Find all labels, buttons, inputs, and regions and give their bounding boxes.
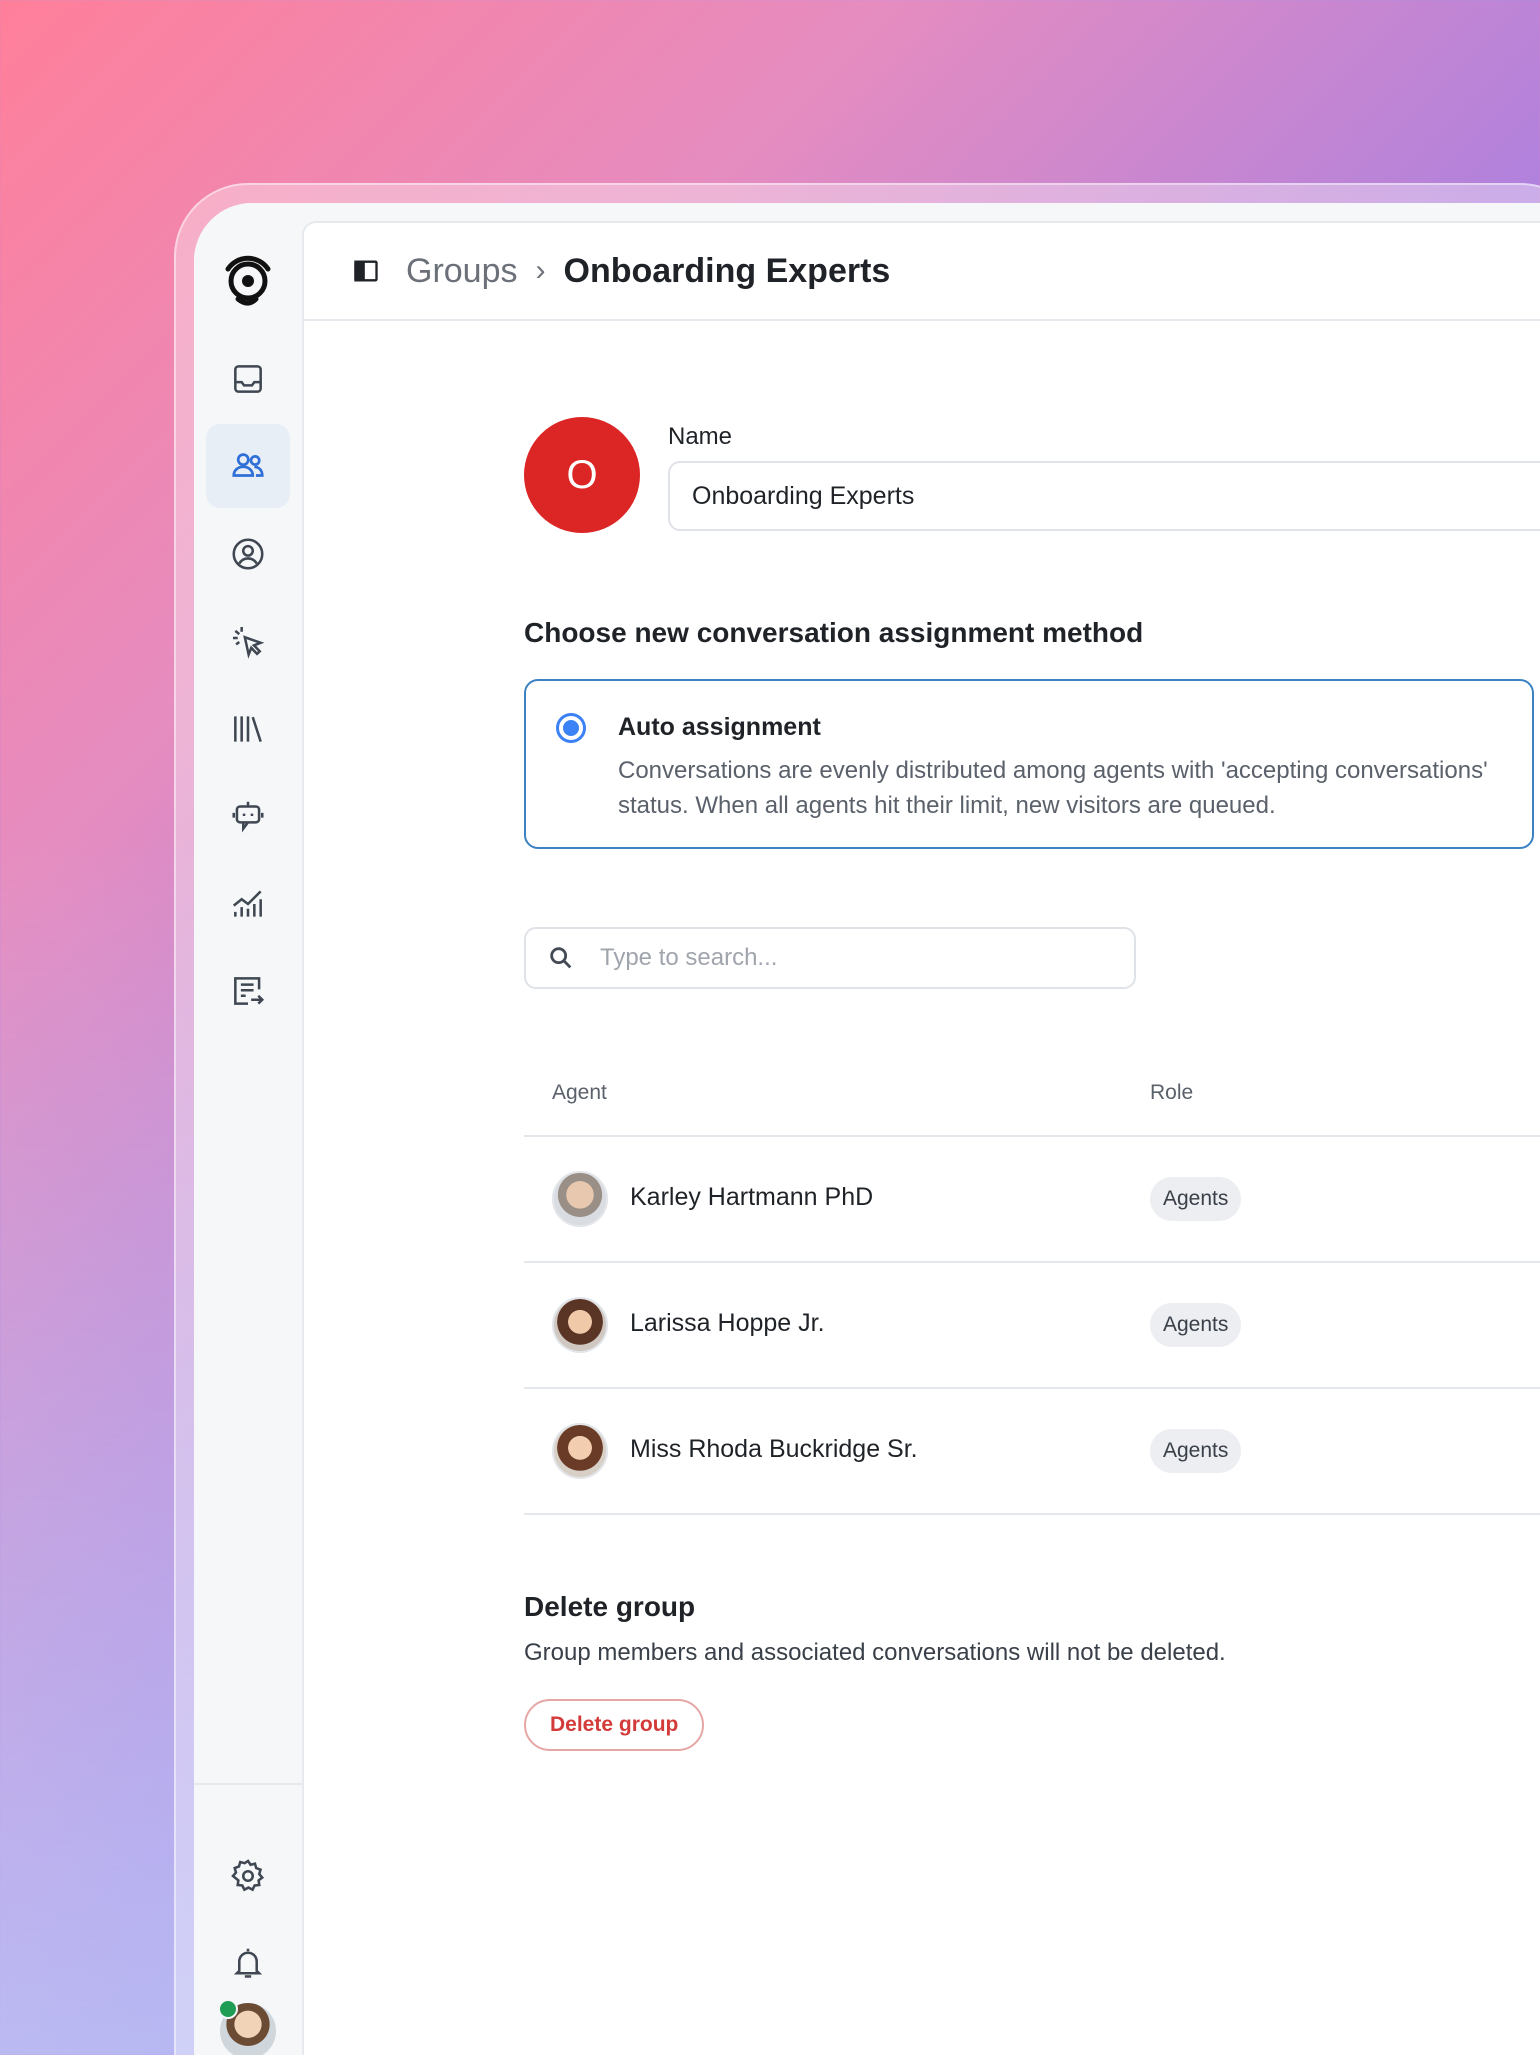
- page-title: Onboarding Experts: [563, 251, 891, 290]
- table-row[interactable]: Karley Hartmann PhD Agents: [524, 1137, 1540, 1263]
- group-avatar[interactable]: O: [524, 417, 640, 533]
- assignment-method-heading: Choose new conversation assignment metho…: [524, 617, 1144, 648]
- sidebar-item-tracking[interactable]: [206, 600, 290, 684]
- agent-avatar: [552, 1423, 608, 1479]
- main-panel: Groups › Onboarding Experts O Name Choos…: [302, 221, 1540, 2055]
- delete-group-button[interactable]: Delete group: [524, 1699, 705, 1751]
- sidebar-item-notifications[interactable]: [206, 1921, 290, 2005]
- breadcrumb-groups-link[interactable]: Groups: [406, 252, 518, 291]
- panel-toggle-icon[interactable]: [352, 257, 380, 285]
- sidebar-item-inbox[interactable]: [206, 337, 290, 421]
- library-icon: [234, 716, 262, 743]
- sidebar-item-settings[interactable]: [206, 1834, 290, 1918]
- sidebar-item-groups[interactable]: [206, 424, 290, 508]
- search-input[interactable]: [598, 943, 1102, 973]
- cursor-click-icon: [232, 626, 265, 659]
- contact-icon: [232, 538, 264, 570]
- auto-assignment-title: Auto assignment: [618, 713, 821, 741]
- users-icon: [232, 453, 264, 477]
- app-logo-icon[interactable]: [216, 247, 280, 311]
- inbox-icon: [234, 365, 262, 393]
- agent-name: Larissa Hoppe Jr.: [630, 1309, 825, 1337]
- agent-search: [524, 927, 1136, 989]
- app-window: Groups › Onboarding Experts O Name Choos…: [194, 203, 1540, 2055]
- delete-group-heading: Delete group: [524, 1591, 696, 1622]
- online-status-indicator: [218, 1999, 238, 2019]
- role-badge: Agents: [1150, 1177, 1242, 1221]
- role-badge: Agents: [1150, 1303, 1242, 1347]
- auto-assignment-option[interactable]: Auto assignment Conversations are evenly…: [524, 679, 1534, 849]
- auto-assignment-radio[interactable]: [556, 713, 586, 743]
- group-name-input[interactable]: [668, 461, 1540, 531]
- reply-list-icon: [234, 977, 265, 1005]
- gear-icon: [231, 1859, 265, 1892]
- role-badge: Agents: [1150, 1429, 1242, 1473]
- sidebar-divider: [194, 1783, 302, 1785]
- agent-name: Karley Hartmann PhD: [630, 1183, 874, 1211]
- bot-icon: [232, 801, 264, 833]
- agents-table: Agent Role Karley Hartmann PhD Agents La…: [524, 1057, 1540, 1515]
- breadcrumb-separator-icon: ›: [535, 254, 546, 287]
- agent-name: Miss Rhoda Buckridge Sr.: [630, 1435, 918, 1463]
- sidebar-item-contacts[interactable]: [206, 512, 290, 596]
- auto-assignment-description: Conversations are evenly distributed amo…: [618, 757, 1488, 819]
- agent-avatar: [552, 1171, 608, 1227]
- column-header-role: Role: [1150, 1081, 1194, 1104]
- sidebar: [194, 203, 302, 2055]
- sidebar-item-bots[interactable]: [206, 774, 290, 858]
- sidebar-item-analytics[interactable]: [206, 862, 290, 946]
- top-bar: Groups › Onboarding Experts: [304, 223, 1540, 321]
- agent-avatar: [552, 1297, 608, 1353]
- search-icon: [546, 943, 576, 973]
- bell-icon: [233, 1948, 263, 1978]
- delete-group-description: Group members and associated conversatio…: [524, 1639, 1226, 1666]
- sidebar-item-library[interactable]: [206, 687, 290, 771]
- table-row[interactable]: Miss Rhoda Buckridge Sr. Agents: [524, 1389, 1540, 1515]
- table-row[interactable]: Larissa Hoppe Jr. Agents: [524, 1263, 1540, 1389]
- sidebar-item-canned-responses[interactable]: [206, 949, 290, 1033]
- table-header: Agent Role: [524, 1057, 1540, 1137]
- column-header-agent: Agent: [552, 1081, 607, 1104]
- name-label: Name: [668, 423, 733, 450]
- analytics-icon: [232, 890, 262, 917]
